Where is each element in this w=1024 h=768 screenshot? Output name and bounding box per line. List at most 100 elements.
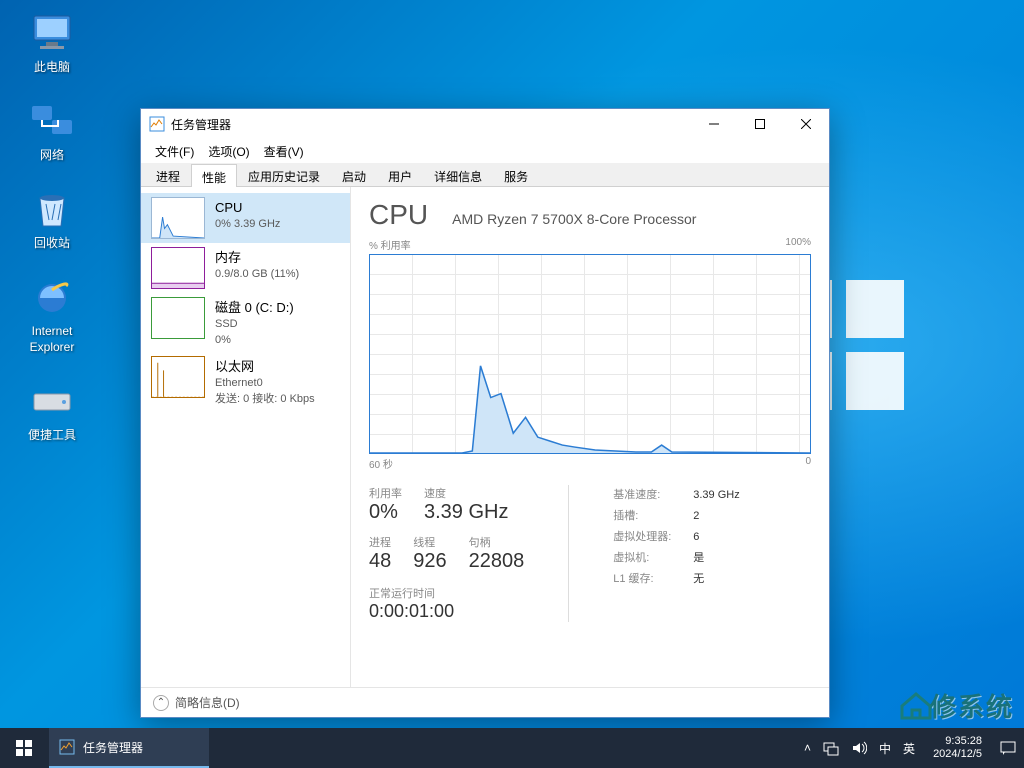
chart-ymax: 100% [785,237,811,252]
detail-title: CPU [369,199,428,231]
desktop-icon-label: Internet Explorer [14,324,90,355]
spec-sockets-value: 2 [693,510,699,522]
stat-threads-label: 线程 [413,534,446,550]
spec-l1cache-value: 无 [693,573,704,585]
desktop-icon-network[interactable]: 网络 [14,96,90,164]
tab-strip: 进程 性能 应用历史记录 启动 用户 详细信息 服务 [141,163,829,187]
internet-explorer-icon [28,272,76,320]
taskbar-item-task-manager[interactable]: 任务管理器 [49,728,209,768]
network-tray-icon[interactable] [823,740,839,756]
titlebar[interactable]: 任务管理器 [141,109,829,139]
task-manager-icon [149,116,165,132]
clock-date: 2024/12/5 [933,748,982,761]
sidebar-disk-value: 0% [215,333,294,348]
chart-xright: 0 [805,456,811,471]
menu-view[interactable]: 查看(V) [258,141,310,162]
tab-startup[interactable]: 启动 [331,163,377,186]
stat-utilization-label: 利用率 [369,485,402,501]
taskbar-item-label: 任务管理器 [83,739,143,756]
desktop-icon-label: 便捷工具 [14,428,90,444]
tray-chevron-up-icon[interactable]: ˄ [804,741,811,755]
desktop-icon-this-pc[interactable]: 此电脑 [14,8,90,76]
sidebar-disk-name: 磁盘 0 (C: D:) [215,299,294,317]
sidebar-cpu-name: CPU [215,199,280,217]
stat-speed-value: 3.39 GHz [424,501,508,524]
disk-thumbnail [151,297,205,339]
desktop-icon-ie[interactable]: Internet Explorer [14,272,90,355]
task-manager-icon [59,739,75,755]
tab-services[interactable]: 服务 [493,163,539,186]
menu-bar: 文件(F) 选项(O) 查看(V) [141,139,829,163]
stat-processes-label: 进程 [369,534,391,550]
cpu-thumbnail [151,197,205,239]
sidebar-ethernet-adapter: Ethernet0 [215,376,315,391]
taskbar: 任务管理器 ˄ 中 英 9:35:28 2024/12/5 [0,728,1024,768]
cpu-specs: 基准速度:3.39 GHz 插槽:2 虚拟处理器:6 虚拟机:是 L1 缓存:无 [613,485,739,622]
detail-subtitle: AMD Ryzen 7 5700X 8-Core Processor [452,211,696,227]
chart-xleft: 60 秒 [369,456,393,471]
volume-icon[interactable] [851,740,867,756]
desktop-icon-label: 回收站 [14,236,90,252]
tab-users[interactable]: 用户 [377,163,423,186]
network-icon [28,96,76,144]
cpu-utilization-chart[interactable] [369,254,811,454]
ethernet-thumbnail [151,356,205,398]
sidebar-disk-type: SSD [215,317,294,332]
close-button[interactable] [783,109,829,139]
drive-icon [28,376,76,424]
ime-mode-indicator[interactable]: 英 [903,740,915,757]
uptime-value: 0:00:01:00 [369,601,524,622]
stat-handles-value: 22808 [469,550,525,573]
stats-divider [568,485,569,622]
desktop-icon-recycle-bin[interactable]: 回收站 [14,184,90,252]
sidebar-ethernet-name: 以太网 [215,358,315,376]
clock-time: 9:35:28 [933,735,982,748]
tab-app-history[interactable]: 应用历史记录 [237,163,331,186]
chart-ylabel: % 利用率 [369,237,411,252]
desktop-icon-label: 此电脑 [14,60,90,76]
spec-vm-label: 虚拟机: [613,548,693,569]
stat-speed-label: 速度 [424,485,508,501]
spec-vm-value: 是 [693,552,704,564]
fewer-details-link[interactable]: 简略信息(D) [175,694,240,711]
sidebar-item-memory[interactable]: 内存0.9/8.0 GB (11%) [141,243,350,293]
stat-handles-label: 句柄 [469,534,525,550]
spec-l1cache-label: L1 缓存: [613,569,693,590]
watermark: 修系统 [898,687,1014,724]
start-button[interactable] [0,728,48,768]
taskbar-clock[interactable]: 9:35:28 2024/12/5 [927,735,988,761]
sidebar-ethernet-value: 发送: 0 接收: 0 Kbps [215,392,315,407]
spec-vprocessors-value: 6 [693,531,699,543]
tab-processes[interactable]: 进程 [145,163,191,186]
sidebar-memory-value: 0.9/8.0 GB (11%) [215,267,299,282]
chevron-up-icon[interactable]: ⌃ [153,695,169,711]
window-title: 任务管理器 [171,116,691,133]
sidebar-item-disk[interactable]: 磁盘 0 (C: D:)SSD0% [141,293,350,352]
uptime-label: 正常运行时间 [369,585,524,601]
spec-base-speed-label: 基准速度: [613,485,693,506]
spec-sockets-label: 插槽: [613,506,693,527]
stat-processes-value: 48 [369,550,391,573]
memory-thumbnail [151,247,205,289]
performance-detail: CPU AMD Ryzen 7 5700X 8-Core Processor %… [351,187,829,687]
stat-utilization-value: 0% [369,501,402,524]
tab-details[interactable]: 详细信息 [423,163,493,186]
sidebar-item-ethernet[interactable]: 以太网Ethernet0发送: 0 接收: 0 Kbps [141,352,350,411]
minimize-button[interactable] [691,109,737,139]
system-tray: ˄ 中 英 9:35:28 2024/12/5 [796,728,1024,768]
sidebar-memory-name: 内存 [215,249,299,267]
ime-language-indicator[interactable]: 中 [879,740,891,757]
recycle-bin-icon [28,184,76,232]
maximize-button[interactable] [737,109,783,139]
sidebar-item-cpu[interactable]: CPU0% 3.39 GHz [141,193,350,243]
spec-vprocessors-label: 虚拟处理器: [613,527,693,548]
desktop-icon-tools[interactable]: 便捷工具 [14,376,90,444]
stat-threads-value: 926 [413,550,446,573]
menu-file[interactable]: 文件(F) [149,141,200,162]
task-manager-window: 任务管理器 文件(F) 选项(O) 查看(V) 进程 性能 应用历史记录 启动 … [140,108,830,718]
action-center-icon[interactable] [1000,740,1016,756]
menu-options[interactable]: 选项(O) [202,141,255,162]
sidebar-cpu-value: 0% 3.39 GHz [215,217,280,232]
spec-base-speed-value: 3.39 GHz [693,489,739,501]
tab-performance[interactable]: 性能 [191,164,237,187]
